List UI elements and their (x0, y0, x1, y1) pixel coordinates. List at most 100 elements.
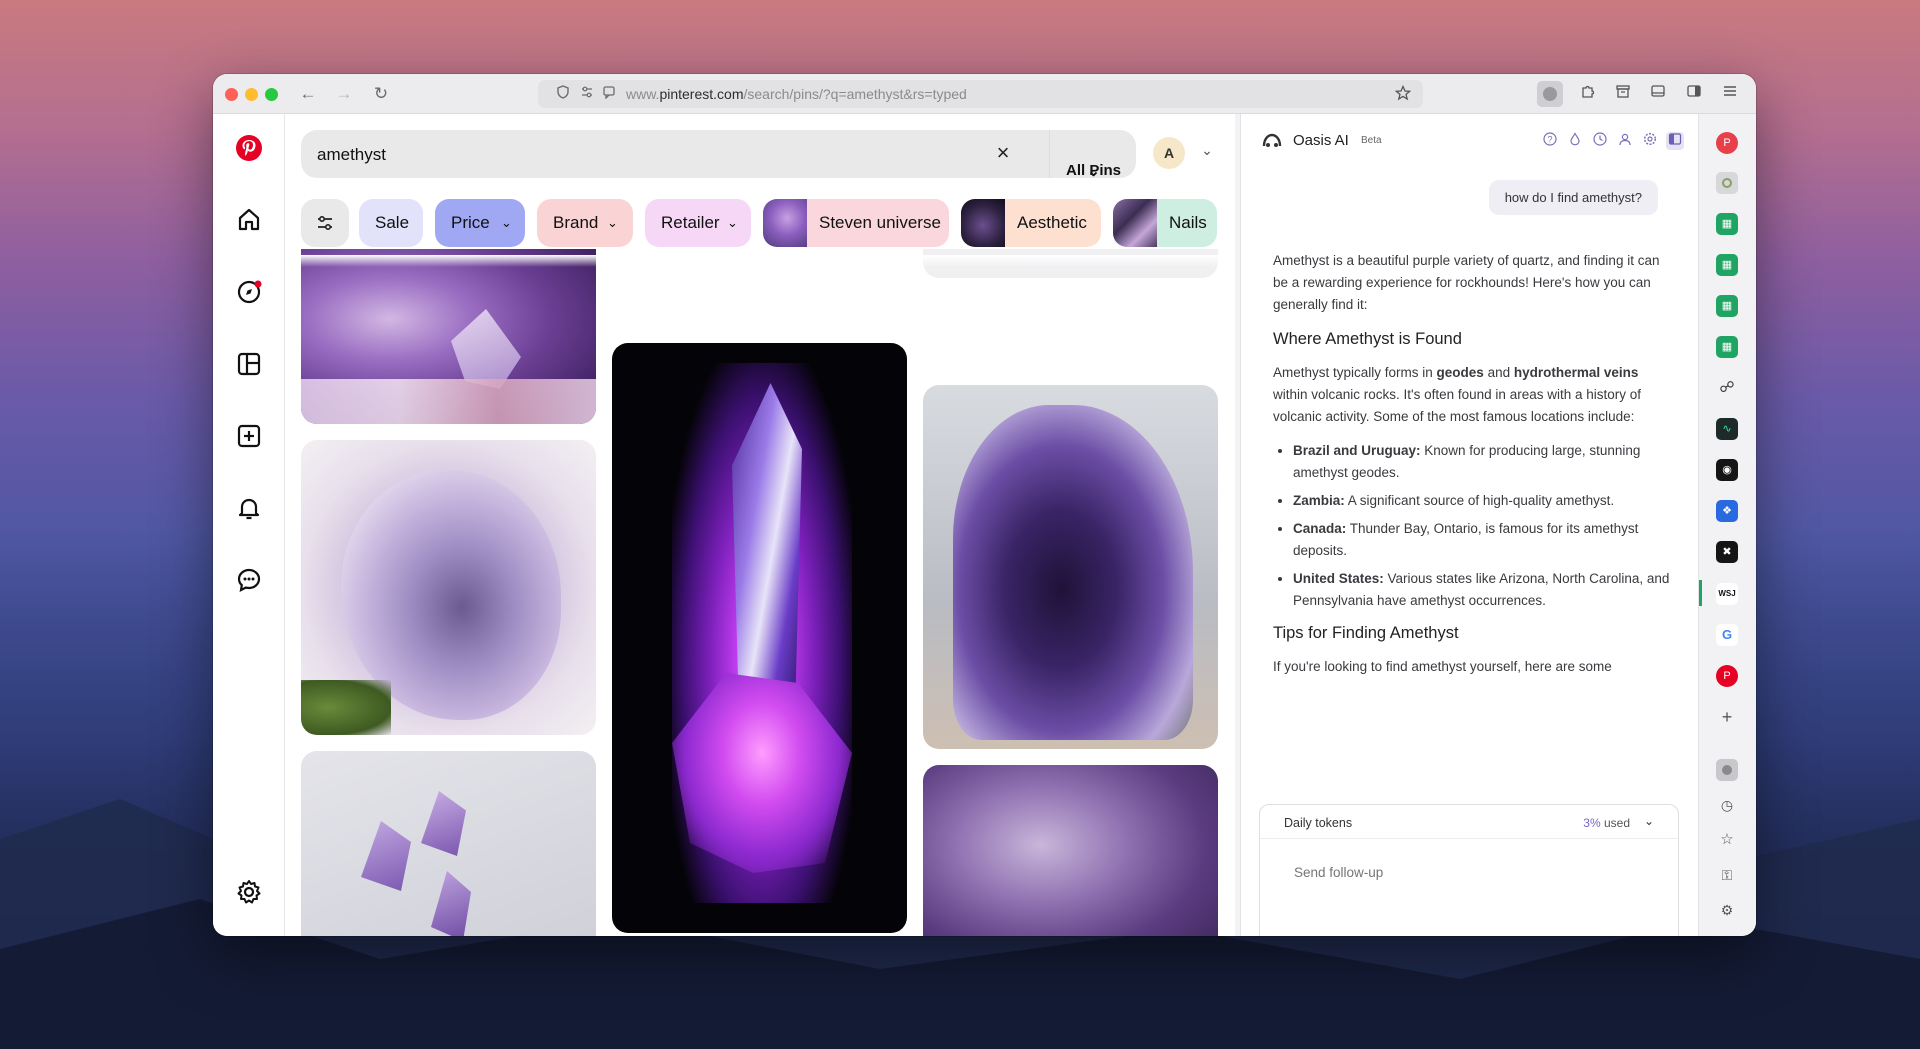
home-icon[interactable] (235, 206, 263, 234)
address-bar[interactable]: www.pinterest.com/search/pins/?q=amethys… (538, 80, 1423, 108)
profile-icon[interactable] (1616, 132, 1634, 150)
browser-window: ← → ↻ www.pinterest.com/search/pins/?q=a… (213, 74, 1756, 936)
ai-assistant-panel: Oasis AI Beta ? how do I find amethyst? … (1240, 114, 1698, 936)
tokens-usage: 3% used (1583, 816, 1630, 830)
app-icon[interactable]: ✖ (1716, 541, 1738, 563)
sheets-icon[interactable]: ▦ (1716, 254, 1738, 276)
avatar[interactable]: A (1153, 137, 1185, 169)
history-clock-icon[interactable] (1591, 132, 1609, 150)
oasis-logo-icon (1261, 132, 1283, 150)
filter-chips: Sale Price ⌄ Brand ⌄ Retailer ⌄ Steven u… (301, 199, 1235, 247)
sheets-icon[interactable]: ▦ (1716, 295, 1738, 317)
extensions-puzzle-icon[interactable] (1575, 81, 1601, 107)
response-intro: Amethyst is a beautiful purple variety o… (1273, 253, 1660, 312)
key-icon[interactable]: ⚿ (1716, 864, 1738, 886)
messages-icon[interactable] (235, 566, 263, 594)
browser-toolbar: ← → ↻ www.pinterest.com/search/pins/?q=a… (213, 74, 1756, 114)
pin-image[interactable] (612, 343, 907, 933)
app-icon[interactable]: ❖ (1716, 500, 1738, 522)
search-input[interactable]: amethyst (317, 145, 386, 165)
list-item: Canada: Thunder Bay, Ontario, is famous … (1293, 518, 1673, 562)
pin-image[interactable] (301, 249, 596, 424)
chip-aesthetic[interactable]: Aesthetic (961, 199, 1101, 247)
assistant-name: Oasis AI (1293, 132, 1349, 149)
app-icon[interactable]: ◉ (1716, 459, 1738, 481)
chip-thumbnail (961, 199, 1005, 247)
user-message: how do I find amethyst? (1488, 180, 1658, 215)
daily-tokens-bar[interactable]: Daily tokens 3% used ⌄ (1260, 805, 1678, 839)
pinterest-app-icon[interactable]: P (1716, 132, 1738, 154)
menu-hamburger-icon[interactable] (1717, 81, 1743, 107)
help-icon[interactable]: ? (1541, 132, 1559, 150)
extension-avatar-icon[interactable] (1537, 81, 1563, 107)
followup-input[interactable] (1294, 865, 1634, 880)
shield-icon[interactable] (554, 85, 572, 103)
sheets-icon[interactable]: ▦ (1716, 213, 1738, 235)
sliders-icon (318, 215, 332, 231)
tab-layout-icon[interactable] (1645, 81, 1671, 107)
svg-text:?: ? (1547, 134, 1552, 144)
chevron-down-icon[interactable]: ⌄ (1644, 814, 1654, 828)
scroll-fade (285, 255, 1235, 267)
bookmark-star-icon[interactable] (1394, 84, 1412, 103)
globe-icon[interactable]: ☍ (1716, 377, 1738, 399)
pin-image[interactable] (923, 765, 1218, 936)
pin-image[interactable] (301, 751, 596, 936)
url-text[interactable]: www.pinterest.com/search/pins/?q=amethys… (626, 86, 967, 102)
site-settings-icon[interactable] (578, 85, 596, 103)
reader-view-icon[interactable] (600, 85, 618, 103)
assistant-response: Amethyst is a beautiful purple variety o… (1273, 250, 1673, 830)
chip-sale[interactable]: Sale (359, 199, 423, 247)
app-icon[interactable] (1716, 172, 1738, 194)
account-chevron-down-icon[interactable]: ⌄ (1197, 142, 1217, 162)
sidebar-app-strip: P ▦ ▦ ▦ ▦ ☍ ∿ ◉ ❖ ✖ WSJ G P + ◷ ☆ ⚿ ⚙ (1698, 114, 1756, 936)
filter-settings-button[interactable] (301, 199, 349, 247)
close-window-button[interactable] (225, 88, 238, 101)
pin-image[interactable] (923, 385, 1218, 749)
chevron-down-icon: ⌄ (501, 215, 512, 230)
chip-retailer[interactable]: Retailer ⌄ (645, 199, 751, 247)
profile-avatar-icon[interactable] (1716, 759, 1738, 781)
sheets-icon[interactable]: ▦ (1716, 336, 1738, 358)
pinterest-main: amethyst × All Pins ⌄ A ⌄ Sale Price ⌄ B… (285, 114, 1235, 936)
settings-gear-icon[interactable]: ⚙ (1716, 899, 1738, 921)
response-heading: Tips for Finding Amethyst (1273, 624, 1459, 642)
pin-image[interactable] (301, 440, 596, 735)
reload-icon[interactable]: ↻ (370, 83, 392, 105)
search-bar[interactable]: amethyst × All Pins ⌄ (301, 130, 1136, 180)
response-paragraph: Amethyst typically forms in geodes and h… (1273, 365, 1642, 424)
drop-icon[interactable] (1566, 132, 1584, 150)
sidebar-toggle-icon[interactable] (1681, 81, 1707, 107)
boards-icon[interactable] (235, 350, 263, 378)
pinterest-logo-icon[interactable] (235, 134, 263, 162)
add-plus-icon[interactable]: + (1716, 706, 1738, 728)
chart-app-icon[interactable]: ∿ (1716, 418, 1738, 440)
google-icon[interactable]: G (1716, 624, 1738, 646)
list-item: Zambia: A significant source of high-qua… (1293, 490, 1673, 512)
forward-arrow-icon[interactable]: → (333, 83, 355, 105)
pinterest-icon[interactable]: P (1716, 665, 1738, 687)
explore-compass-icon[interactable] (235, 278, 263, 306)
chevron-down-icon: ⌄ (607, 215, 618, 230)
tokens-label: Daily tokens (1284, 816, 1353, 830)
create-plus-icon[interactable] (235, 422, 263, 450)
history-icon[interactable]: ◷ (1716, 794, 1738, 816)
settings-gear-icon[interactable] (235, 878, 263, 906)
response-paragraph: If you're looking to find amethyst yours… (1273, 659, 1612, 674)
wsj-icon[interactable]: WSJ (1716, 583, 1738, 605)
chevron-down-icon: ⌄ (727, 215, 738, 230)
archive-icon[interactable] (1610, 81, 1636, 107)
chip-price[interactable]: Price ⌄ (435, 199, 525, 247)
maximize-window-button[interactable] (265, 88, 278, 101)
favorites-star-icon[interactable]: ☆ (1716, 829, 1738, 851)
chip-brand[interactable]: Brand ⌄ (537, 199, 633, 247)
notifications-bell-icon[interactable] (235, 494, 263, 522)
panel-toggle-icon[interactable] (1666, 132, 1684, 150)
back-arrow-icon[interactable]: ← (297, 83, 319, 105)
minimize-window-button[interactable] (245, 88, 258, 101)
search-scope-dropdown[interactable]: All Pins ⌄ (1049, 130, 1136, 180)
chip-nails[interactable]: Nails (1113, 199, 1217, 247)
clear-search-icon[interactable]: × (991, 142, 1015, 166)
settings-icon[interactable] (1641, 132, 1659, 150)
chip-steven-universe[interactable]: Steven universe (763, 199, 949, 247)
